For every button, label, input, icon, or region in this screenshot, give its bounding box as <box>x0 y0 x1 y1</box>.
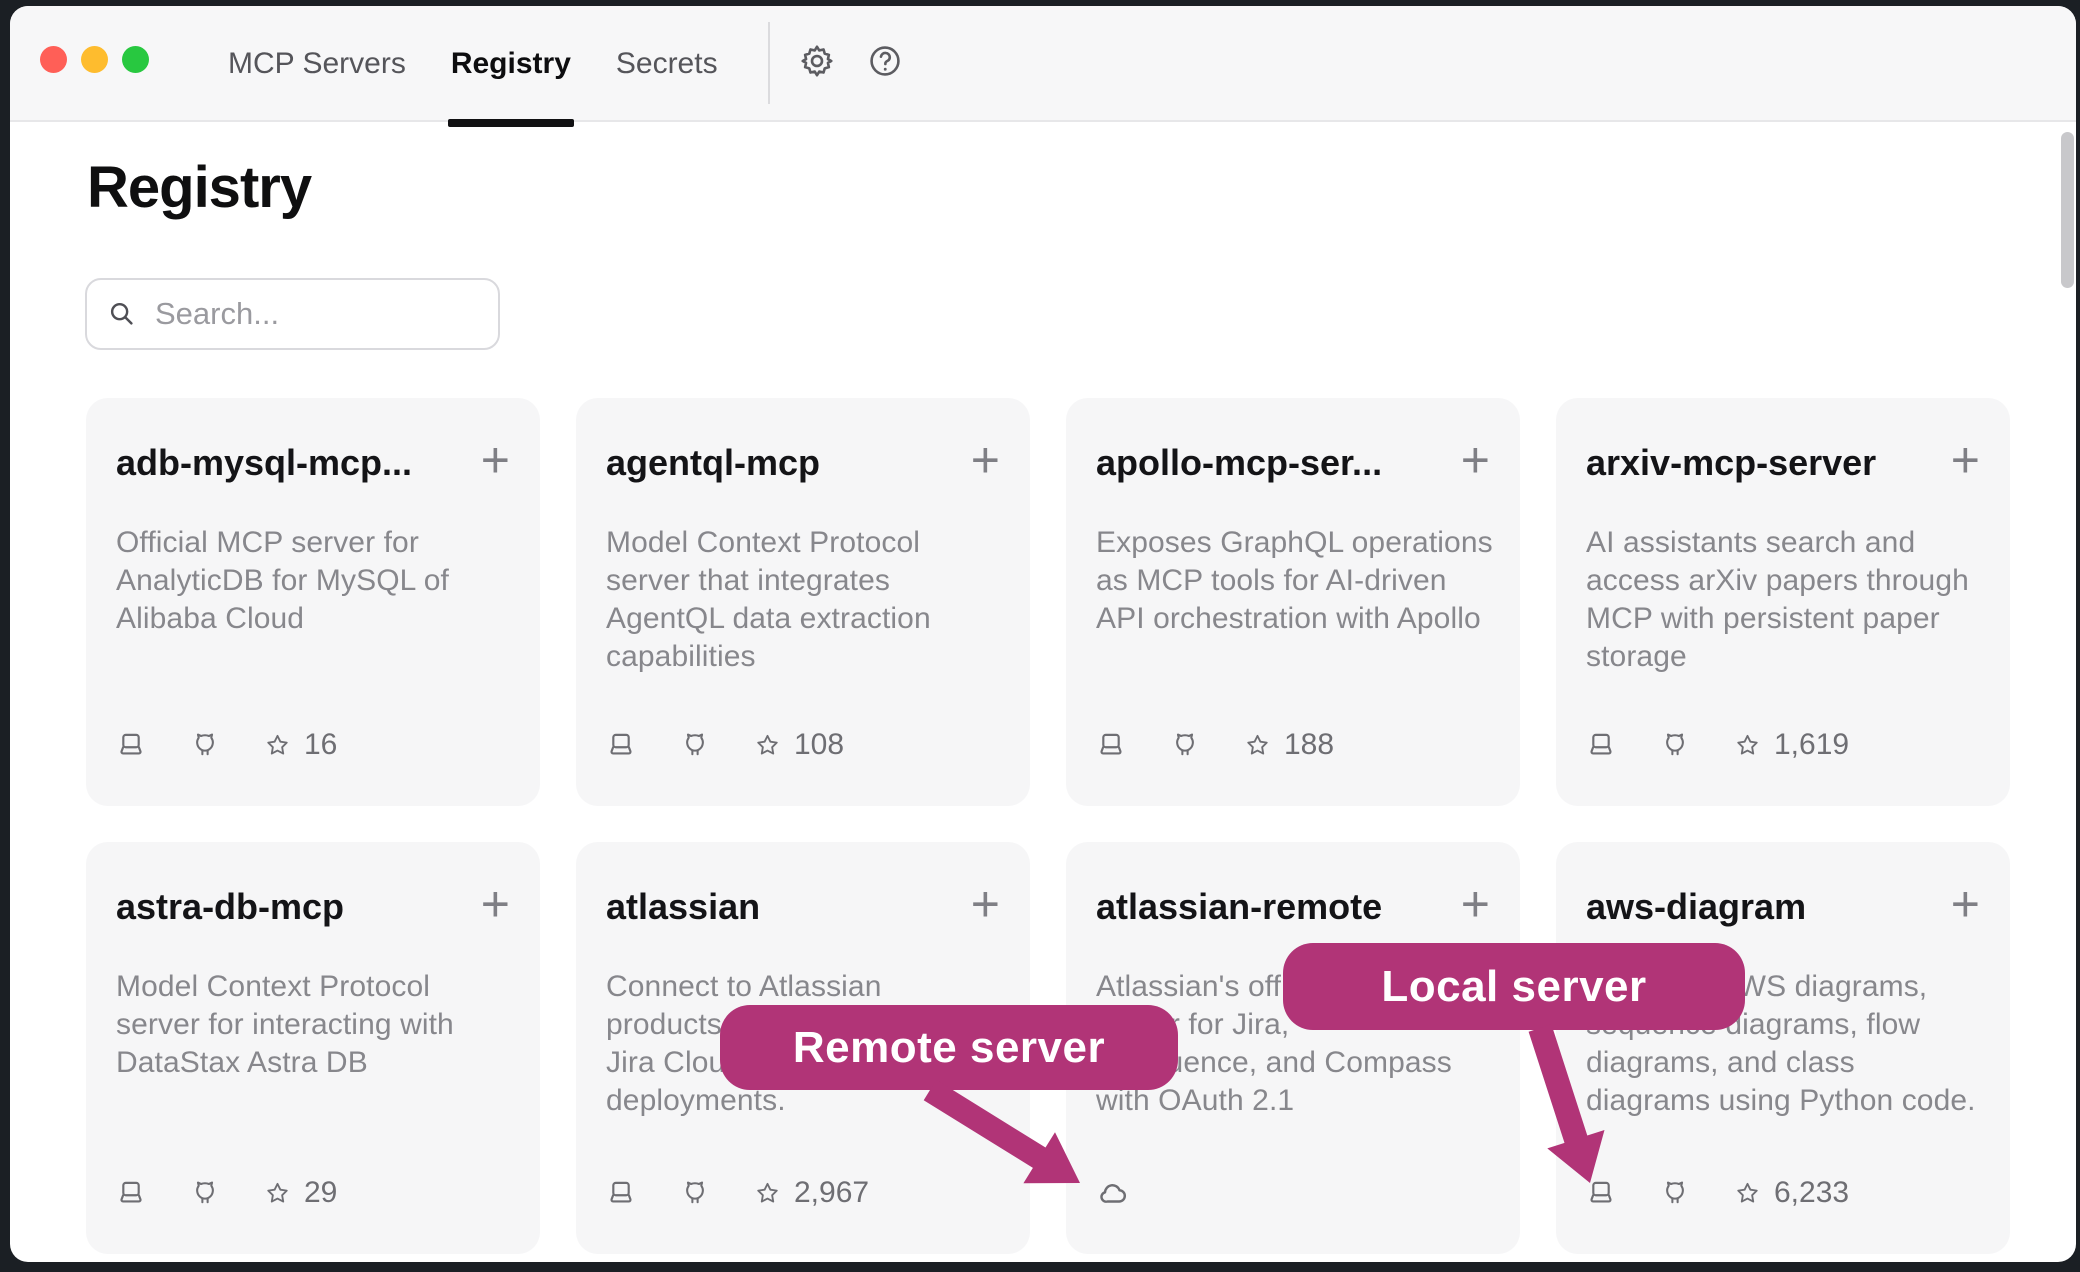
search-icon <box>107 299 137 329</box>
star-count: 1,619 <box>1774 728 1849 762</box>
card-footer <box>1096 1176 1130 1210</box>
star-icon <box>1734 1180 1761 1207</box>
add-server-button[interactable]: + <box>481 886 510 922</box>
add-server-button[interactable]: + <box>1461 886 1490 922</box>
server-description: Model Context Protocol server for intera… <box>116 968 510 1082</box>
star-icon <box>264 1180 291 1207</box>
settings-button[interactable] <box>797 41 837 81</box>
help-icon <box>866 42 904 80</box>
server-name: atlassian <box>606 886 760 928</box>
card-footer: 29 <box>116 1176 337 1210</box>
server-name: adb-mysql-mcp... <box>116 442 412 484</box>
server-card-astra-db-mcp[interactable]: astra-db-mcp + Model Context Protocol se… <box>86 842 540 1254</box>
add-server-button[interactable]: + <box>971 442 1000 478</box>
card-footer: 1,619 <box>1586 728 1849 762</box>
github-icon <box>190 1178 220 1208</box>
server-description: AI assistants search and access arXiv pa… <box>1586 524 1980 676</box>
zoom-button[interactable] <box>122 46 149 73</box>
close-button[interactable] <box>40 46 67 73</box>
minimize-button[interactable] <box>81 46 108 73</box>
app-window: MCP Servers Registry Secrets Registry ad… <box>10 6 2076 1262</box>
star-icon <box>754 1180 781 1207</box>
server-card-agentql-mcp[interactable]: agentql-mcp + Model Context Protocol ser… <box>576 398 1030 806</box>
add-server-button[interactable]: + <box>971 886 1000 922</box>
star-icon <box>1734 732 1761 759</box>
laptop-icon <box>606 1178 636 1208</box>
add-server-button[interactable]: + <box>1951 886 1980 922</box>
server-name: aws-diagram <box>1586 886 1806 928</box>
server-card-arxiv-mcp-server[interactable]: arxiv-mcp-server + AI assistants search … <box>1556 398 2010 806</box>
server-name: astra-db-mcp <box>116 886 344 928</box>
card-footer: 2,967 <box>606 1176 869 1210</box>
server-description: Exposes GraphQL operations as MCP tools … <box>1096 524 1490 638</box>
remote-server-arrow <box>910 1070 1100 1195</box>
server-name: apollo-mcp-ser... <box>1096 442 1382 484</box>
nav-tabs: MCP Servers Registry Secrets <box>228 6 718 122</box>
server-card-adb-mysql-mcp[interactable]: adb-mysql-mcp... + Official MCP server f… <box>86 398 540 806</box>
search-box[interactable] <box>85 278 500 350</box>
server-card-apollo-mcp-server[interactable]: apollo-mcp-ser... + Exposes GraphQL oper… <box>1066 398 1520 806</box>
github-icon <box>1170 730 1200 760</box>
github-icon <box>680 730 710 760</box>
star-count: 188 <box>1284 728 1334 762</box>
gear-icon <box>798 42 836 80</box>
laptop-icon <box>606 730 636 760</box>
server-description: Model Context Protocol server that integ… <box>606 524 1000 676</box>
local-server-annotation: Local server <box>1283 943 1745 1030</box>
star-icon <box>1244 732 1271 759</box>
star-count: 6,233 <box>1774 1176 1849 1210</box>
tab-secrets[interactable]: Secrets <box>616 6 718 122</box>
traffic-lights <box>40 46 149 73</box>
help-button[interactable] <box>865 41 905 81</box>
card-footer: 188 <box>1096 728 1334 762</box>
cloud-icon <box>1096 1176 1130 1210</box>
laptop-icon <box>116 1178 146 1208</box>
card-footer: 108 <box>606 728 844 762</box>
star-count: 16 <box>304 728 337 762</box>
server-name: atlassian-remote <box>1096 886 1382 928</box>
laptop-icon <box>116 730 146 760</box>
server-description: Official MCP server for AnalyticDB for M… <box>116 524 510 638</box>
page-title: Registry <box>87 154 311 221</box>
card-footer: 16 <box>116 728 337 762</box>
add-server-button[interactable]: + <box>481 442 510 478</box>
vertical-scrollbar-thumb[interactable] <box>2061 132 2074 288</box>
laptop-icon <box>1096 730 1126 760</box>
add-server-button[interactable]: + <box>1461 442 1490 478</box>
server-name: agentql-mcp <box>606 442 820 484</box>
star-count: 29 <box>304 1176 337 1210</box>
search-input[interactable] <box>153 295 556 333</box>
github-icon <box>1660 1178 1690 1208</box>
local-server-arrow <box>1500 1020 1630 1195</box>
titlebar: MCP Servers Registry Secrets <box>10 6 2076 122</box>
star-count: 2,967 <box>794 1176 869 1210</box>
star-icon <box>754 732 781 759</box>
github-icon <box>680 1178 710 1208</box>
add-server-button[interactable]: + <box>1951 442 1980 478</box>
server-name: arxiv-mcp-server <box>1586 442 1876 484</box>
github-icon <box>190 730 220 760</box>
tab-registry[interactable]: Registry <box>451 6 571 122</box>
tab-mcp-servers[interactable]: MCP Servers <box>228 6 406 122</box>
star-icon <box>264 732 291 759</box>
laptop-icon <box>1586 730 1616 760</box>
github-icon <box>1660 730 1690 760</box>
star-count: 108 <box>794 728 844 762</box>
toolbar-divider <box>768 22 770 104</box>
